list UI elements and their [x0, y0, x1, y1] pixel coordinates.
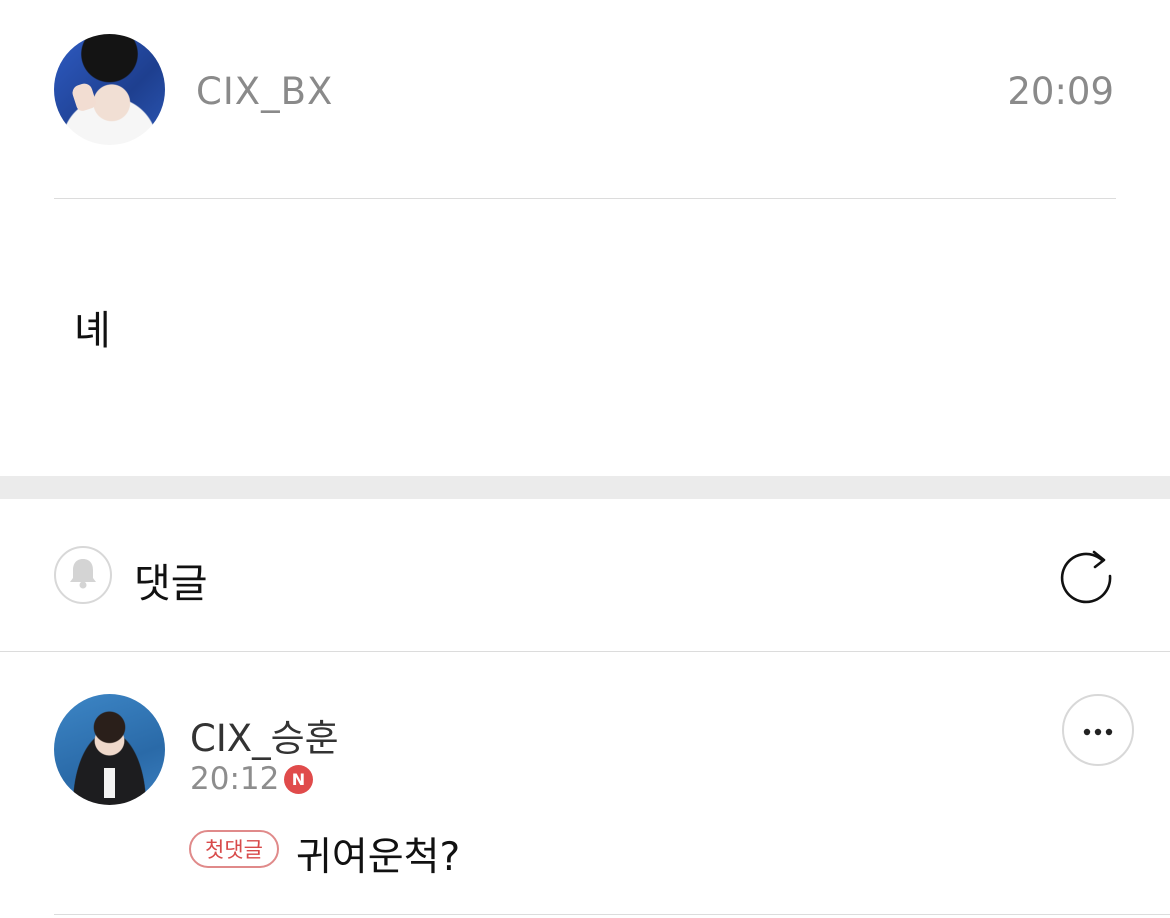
comments-section-title: 댓글 [134, 561, 208, 607]
post-author-name[interactable]: CIX_BX [196, 70, 333, 113]
divider [54, 198, 1116, 199]
comment-timestamp: 20:12 [190, 761, 280, 797]
post-timestamp: 20:09 [1007, 70, 1114, 113]
comment-more-button[interactable] [1062, 694, 1134, 766]
more-icon [1083, 721, 1113, 740]
divider [54, 914, 1170, 915]
comment-author-avatar[interactable] [54, 694, 165, 805]
avatar-photo-detail [70, 81, 98, 113]
comment-text: 귀여운척? [296, 835, 461, 880]
post-body-text: 녜 [74, 308, 111, 354]
refresh-button[interactable] [1056, 546, 1116, 606]
avatar-photo-detail [104, 768, 115, 798]
author-avatar[interactable] [54, 34, 165, 145]
refresh-icon [1056, 550, 1116, 610]
section-separator [0, 476, 1170, 499]
notification-toggle-button[interactable] [54, 546, 112, 604]
new-badge: N [284, 765, 313, 794]
first-comment-badge: 첫댓글 [189, 830, 279, 868]
bell-icon [66, 555, 100, 595]
divider [0, 651, 1170, 652]
comment-author-name[interactable]: CIX_승훈 [190, 708, 339, 762]
